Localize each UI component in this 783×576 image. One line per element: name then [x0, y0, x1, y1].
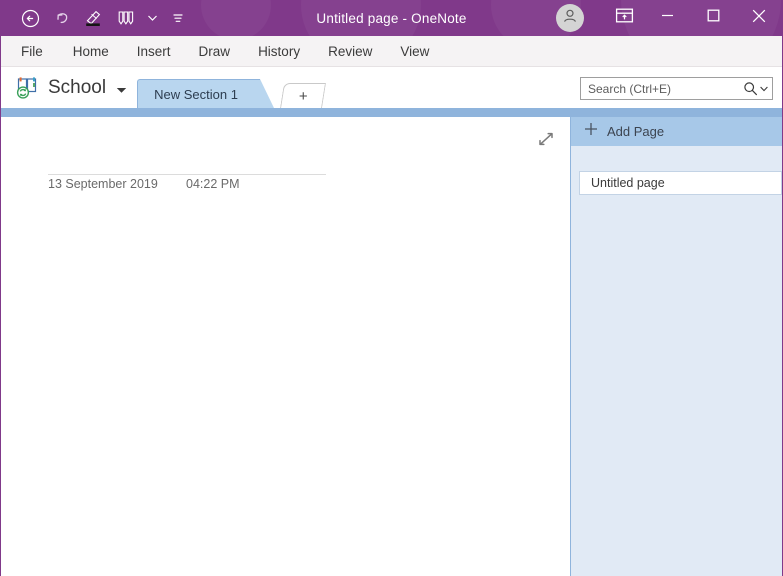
page-date: 13 September 2019 [48, 177, 158, 191]
onenote-window: Untitled page - OneNote File Home Insert… [0, 0, 783, 576]
highlighter-icon [83, 8, 105, 28]
close-icon [752, 9, 766, 28]
account-avatar[interactable] [556, 4, 584, 32]
search-input[interactable] [588, 81, 743, 96]
close-button[interactable] [736, 0, 782, 36]
customize-quick-access-toolbar-icon [171, 11, 185, 25]
quick-access-toolbar [1, 4, 193, 32]
section-tab-label: New Section 1 [154, 86, 238, 102]
window-controls [556, 0, 782, 36]
add-section-button[interactable]: + [279, 83, 326, 108]
back-button[interactable] [15, 4, 45, 32]
pens-button[interactable] [111, 4, 141, 32]
maximize-icon [707, 9, 720, 27]
menu-item-review[interactable]: Review [314, 40, 386, 63]
menu-item-home[interactable]: Home [59, 40, 123, 63]
page-list-item-untitled-page[interactable]: Untitled page [579, 171, 782, 195]
back-icon [21, 9, 40, 28]
page-title-separator [48, 174, 326, 175]
add-page-label: Add Page [607, 124, 665, 139]
add-page-button[interactable]: Add Page [571, 117, 782, 146]
plus-icon [584, 122, 598, 141]
pens-icon [115, 8, 137, 28]
menu-item-file[interactable]: File [13, 40, 59, 63]
menu-item-history[interactable]: History [244, 40, 314, 63]
undo-icon [53, 9, 72, 28]
search-icon[interactable] [743, 81, 768, 96]
person-icon [561, 7, 579, 30]
notebook-icon [15, 76, 41, 100]
page-timestamp: 13 September 2019 04:22 PM [48, 177, 240, 191]
minimize-icon [661, 9, 674, 27]
page-canvas[interactable]: 13 September 2019 04:22 PM [1, 117, 571, 576]
undo-button[interactable] [47, 4, 77, 32]
page-list-spacer [571, 146, 782, 171]
search-dropdown-icon [760, 86, 768, 91]
ribbon-display-options-button[interactable] [604, 0, 644, 36]
title-bar-decoration [201, 0, 271, 36]
main-body: 13 September 2019 04:22 PM Add Page Unti… [1, 117, 782, 576]
expand-icon[interactable] [536, 129, 556, 149]
section-color-band [1, 108, 782, 117]
search-box[interactable] [580, 77, 773, 100]
section-tab-new-section-1[interactable]: New Section 1 [137, 79, 274, 108]
pens-dropdown-button[interactable] [143, 4, 161, 32]
chevron-down-icon [147, 15, 157, 21]
plus-icon: + [298, 87, 308, 105]
menu-item-view[interactable]: View [386, 40, 443, 63]
page-title-input[interactable] [48, 137, 326, 173]
page-time: 04:22 PM [186, 177, 240, 191]
page-list-panel: Add Page Untitled page [571, 117, 782, 576]
menu-item-insert[interactable]: Insert [123, 40, 185, 63]
title-bar-decoration [301, 0, 421, 36]
section-tabs: New Section 1 + [137, 67, 326, 108]
title-bar: Untitled page - OneNote [1, 0, 782, 36]
minimize-button[interactable] [644, 0, 690, 36]
page-list-item-label: Untitled page [591, 176, 665, 190]
navigation-row: School New Section 1 + [1, 67, 782, 108]
notebook-selector[interactable]: School [1, 67, 137, 108]
maximize-button[interactable] [690, 0, 736, 36]
ribbon-display-options-icon [615, 7, 634, 29]
menu-item-draw[interactable]: Draw [185, 40, 245, 63]
notebook-name: School [48, 76, 107, 98]
customize-quick-access-toolbar-button[interactable] [163, 4, 193, 32]
highlighter-button[interactable] [79, 4, 109, 32]
menu-bar: File Home Insert Draw History Review Vie… [1, 36, 782, 67]
chevron-down-icon [116, 81, 127, 99]
